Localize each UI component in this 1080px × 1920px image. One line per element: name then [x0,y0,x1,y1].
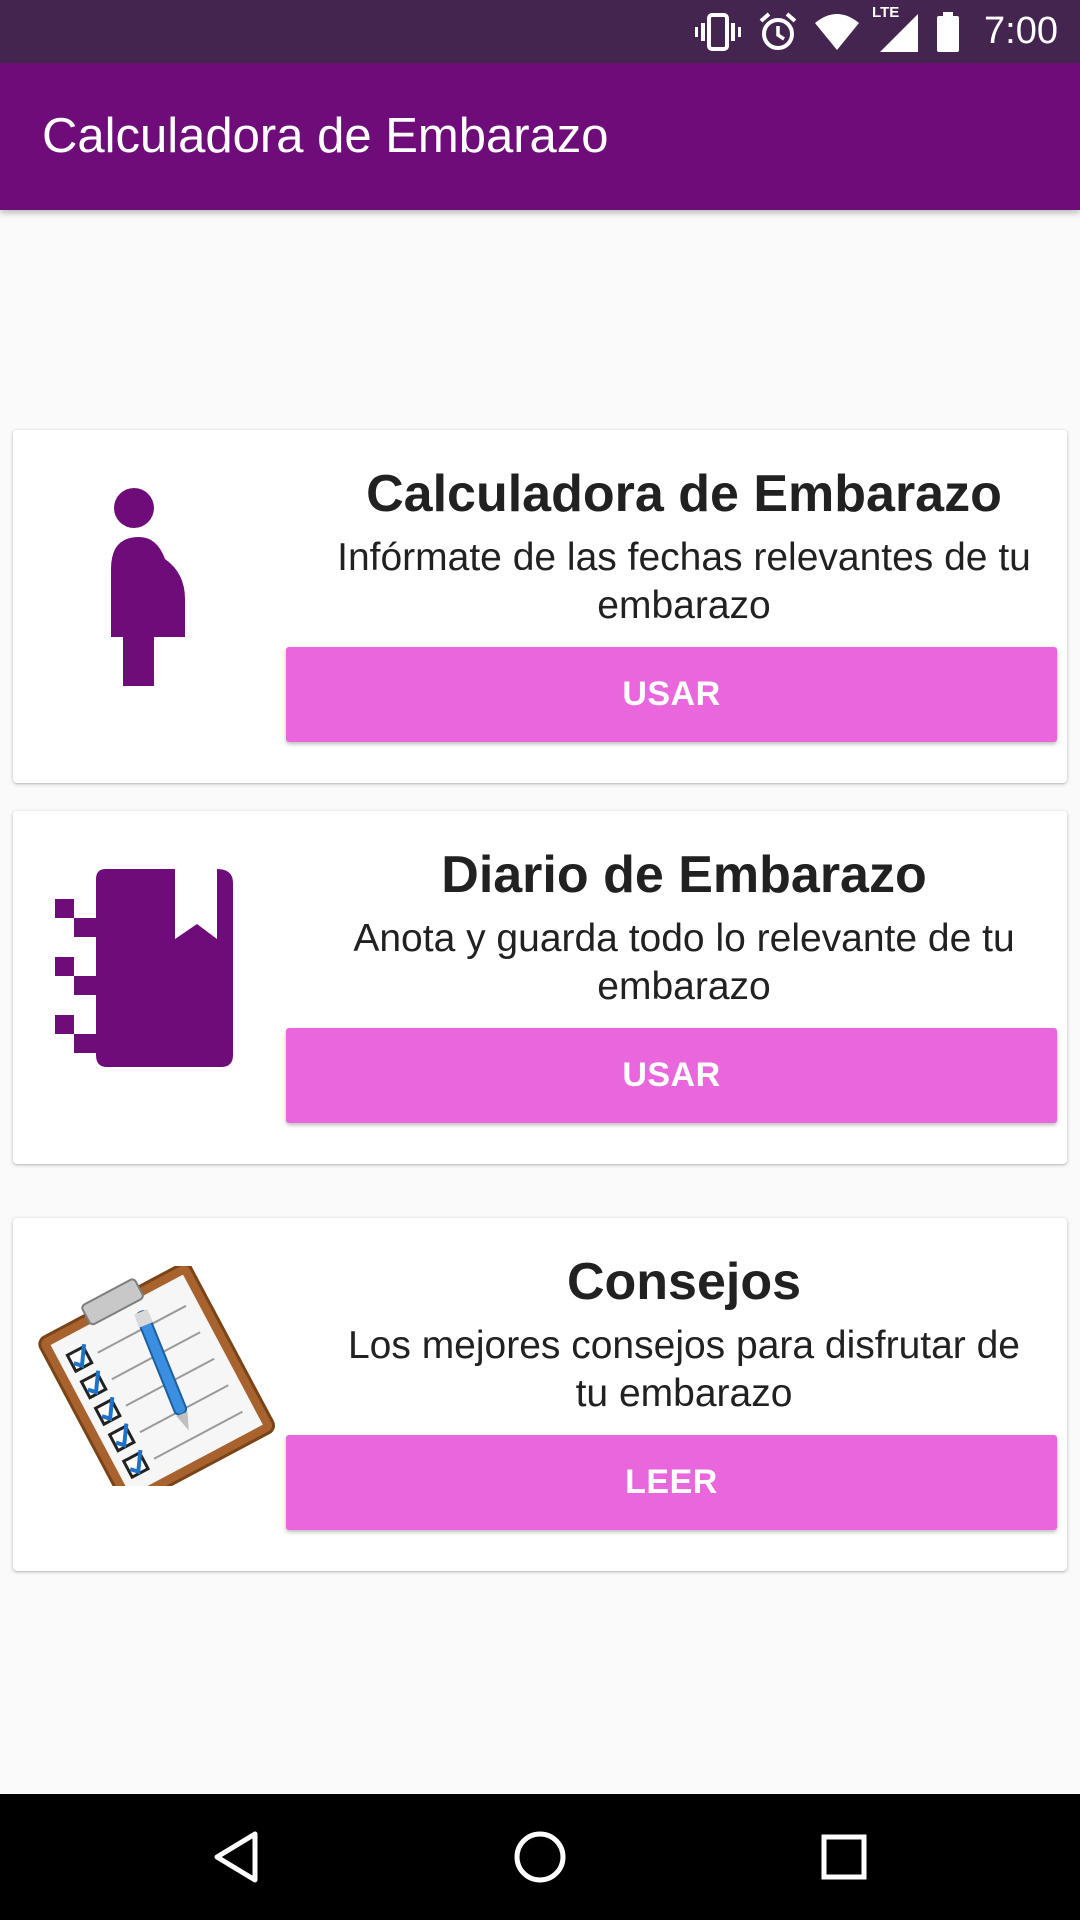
clipboard-checklist-icon [38,1266,276,1486]
app-title: Calculadora de Embarazo [42,109,609,163]
card-title: Diario de Embarazo [441,846,927,904]
recents-icon [821,1834,867,1880]
navigation-bar [0,1794,1080,1920]
battery-icon [937,11,960,52]
home-button[interactable] [480,1794,600,1920]
card-title: Calculadora de Embarazo [366,465,1002,523]
lte-signal-icon: LTE [872,4,920,54]
diary-notebook-icon [55,869,233,1067]
card-description: Anota y guarda todo lo relevante de tu e… [353,917,1015,1008]
alarm-icon [759,11,797,50]
home-icon [514,1831,566,1883]
network-label: LTE [872,3,900,21]
card-diario: Diario de Embarazo Anota y guarda todo l… [13,811,1067,1164]
back-button[interactable] [176,1794,296,1920]
card-consejos: Consejos Los mejores consejos para disfr… [13,1218,1067,1571]
app-bar: Calculadora de Embarazo [0,63,1080,210]
usar-calculadora-button[interactable]: USAR [286,647,1057,742]
status-icons: LTE 7:00 [694,0,1058,63]
card-calculadora: Calculadora de Embarazo Infórmate de las… [13,430,1067,783]
status-time: 7:00 [984,10,1058,52]
leer-consejos-button[interactable]: LEER [286,1435,1057,1530]
wifi-icon [815,13,860,50]
status-bar: LTE 7:00 [0,0,1080,63]
pregnant-woman-icon [111,488,185,686]
vibrate-icon [695,12,742,51]
recents-button[interactable] [784,1794,904,1920]
card-title: Consejos [566,1253,802,1311]
card-description: Los mejores consejos para disfrutar de t… [347,1324,1020,1415]
card-description: Infórmate de las fechas relevantes de tu… [337,536,1031,627]
usar-diario-button[interactable]: USAR [286,1028,1057,1123]
back-icon [214,1831,258,1883]
